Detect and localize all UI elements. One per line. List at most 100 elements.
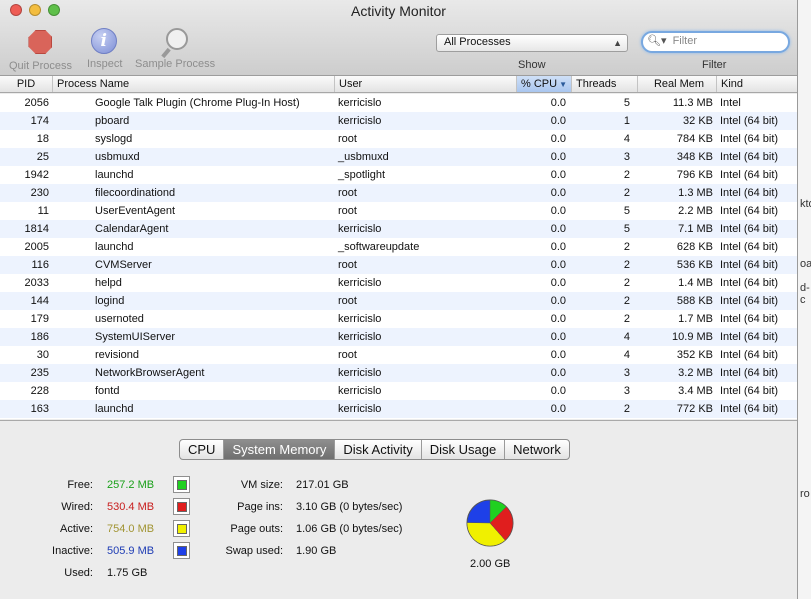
- cell-name: CVMServer: [95, 259, 152, 271]
- table-row[interactable]: 30 revisiond root 0.0 4 352 KB Intel (64 bit): [0, 346, 797, 364]
- background-text-fragment: ro: [800, 488, 810, 500]
- cell-cpu: 0.0: [550, 367, 566, 379]
- column-kind[interactable]: Kind: [717, 76, 797, 92]
- table-row[interactable]: 116 CVMServer root 0.0 2 536 KB Intel (64 bit): [0, 256, 797, 274]
- background-text-fragment: d-c: [800, 282, 810, 306]
- cell-mem: 784 KB: [676, 133, 713, 145]
- column-user[interactable]: User: [335, 76, 517, 92]
- cell-pid: 2033: [24, 277, 49, 289]
- cell-user: kerricislo: [338, 403, 382, 415]
- cell-name: NetworkBrowserAgent: [95, 367, 205, 379]
- cell-mem: 3.2 MB: [678, 367, 713, 379]
- active-color-swatch[interactable]: [173, 520, 190, 537]
- inactive-label: Inactive:: [52, 545, 93, 557]
- table-row[interactable]: 230 filecoordinationd root 0.0 2 1.3 MB Intel …: [0, 184, 797, 202]
- tab-disk-usage[interactable]: Disk Usage: [422, 440, 506, 459]
- table-row[interactable]: 25 usbmuxd _usbmuxd 0.0 3 348 KB Intel (64 bit…: [0, 148, 797, 166]
- cell-cpu: 0.0: [550, 385, 566, 397]
- tab-disk-activity[interactable]: Disk Activity: [335, 440, 422, 459]
- cell-user: root: [338, 349, 357, 361]
- total-memory-value: 2.00 GB: [470, 558, 511, 570]
- cell-cpu: 0.0: [550, 259, 566, 271]
- show-processes-select[interactable]: All Processes ▲: [436, 34, 628, 52]
- cell-mem: 32 KB: [683, 115, 713, 127]
- page-outs-value: 1.06 GB (0 bytes/sec): [296, 523, 403, 535]
- quit-process-button[interactable]: Quit Process: [9, 28, 72, 72]
- column-real-mem[interactable]: Real Mem: [638, 76, 717, 92]
- table-row[interactable]: 235 NetworkBrowserAgent kerricislo 0.0 3 3.2 …: [0, 364, 797, 382]
- cell-kind: Intel (64 bit): [720, 187, 779, 199]
- cell-pid: 11: [37, 205, 49, 217]
- cell-pid: 235: [30, 367, 49, 379]
- cell-name: CalendarAgent: [95, 223, 169, 235]
- free-color-swatch[interactable]: [173, 476, 190, 493]
- cell-name: syslogd: [95, 133, 133, 145]
- free-label: Free:: [67, 479, 93, 491]
- cell-threads: 1: [623, 115, 630, 127]
- tab-system-memory[interactable]: System Memory: [224, 440, 336, 459]
- tab-network[interactable]: Network: [505, 440, 569, 459]
- table-row[interactable]: 2056 Google Talk Plugin (Chrome Plug-In H…: [0, 94, 797, 112]
- table-row[interactable]: 18 syslogd root 0.0 4 784 KB Intel (64 bit): [0, 130, 797, 148]
- toolbar: Activity Monitor Quit Process i Inspect …: [0, 0, 797, 76]
- column-threads[interactable]: Threads: [572, 76, 638, 92]
- filter-search-field[interactable]: 🔍︎▾ Filter: [641, 31, 790, 53]
- table-row[interactable]: 1942 launchd _spotlight 0.0 2 796 KB Intel (64…: [0, 166, 797, 184]
- cell-user: kerricislo: [338, 367, 382, 379]
- background-text-fragment: kto: [800, 198, 811, 210]
- updown-arrows-icon: ▲: [613, 38, 622, 48]
- tab-cpu[interactable]: CPU: [180, 440, 225, 459]
- inspect-button[interactable]: i Inspect: [87, 28, 122, 70]
- cell-threads: 2: [623, 169, 630, 181]
- cell-cpu: 0.0: [550, 241, 566, 253]
- cell-user: root: [338, 259, 357, 271]
- table-row[interactable]: 11 UserEventAgent root 0.0 5 2.2 MB Intel (64 …: [0, 202, 797, 220]
- cell-name: helpd: [95, 277, 122, 289]
- cell-cpu: 0.0: [550, 133, 566, 145]
- cell-pid: 25: [36, 151, 49, 163]
- table-row[interactable]: 174 pboard kerricislo 0.0 1 32 KB Intel (64 bi…: [0, 112, 797, 130]
- cell-threads: 4: [623, 133, 630, 145]
- cell-mem: 588 KB: [676, 295, 713, 307]
- wired-value: 530.4 MB: [107, 501, 155, 513]
- column-pid[interactable]: PID: [0, 76, 53, 92]
- table-row[interactable]: 163 launchd kerricislo 0.0 2 772 KB Intel (64 …: [0, 400, 797, 418]
- column-cpu[interactable]: % CPU ▼: [517, 76, 572, 92]
- used-label: Used:: [64, 567, 93, 579]
- cell-name: SystemUIServer: [95, 331, 176, 343]
- table-row[interactable]: 1814 CalendarAgent kerricislo 0.0 5 7.1 MB Int…: [0, 220, 797, 238]
- table-row[interactable]: 2033 helpd kerricislo 0.0 2 1.4 MB Intel (64 b…: [0, 274, 797, 292]
- cell-name: revisiond: [95, 349, 140, 361]
- divider: [0, 420, 797, 421]
- table-row[interactable]: 2005 launchd _softwareupdate 0.0 2 628 KB Inte…: [0, 238, 797, 256]
- cell-user: kerricislo: [338, 331, 382, 343]
- cell-user: root: [338, 295, 357, 307]
- cell-mem: 772 KB: [676, 403, 713, 415]
- cell-pid: 2056: [24, 97, 49, 109]
- cell-mem: 628 KB: [676, 241, 713, 253]
- tab-bar: CPU System Memory Disk Activity Disk Usage N…: [179, 439, 570, 460]
- stop-sign-icon: [28, 30, 53, 54]
- table-row[interactable]: 179 usernoted kerricislo 0.0 2 1.7 MB Intel (6…: [0, 310, 797, 328]
- table-row[interactable]: 144 logind root 0.0 2 588 KB Intel (64 bit): [0, 292, 797, 310]
- table-row[interactable]: 228 fontd kerricislo 0.0 3 3.4 MB Intel (64 bi…: [0, 382, 797, 400]
- cell-name: fontd: [95, 385, 120, 397]
- cell-mem: 1.3 MB: [678, 187, 713, 199]
- cell-user: _usbmuxd: [338, 151, 389, 163]
- cell-kind: Intel: [720, 97, 741, 109]
- memory-pie-chart: [466, 499, 514, 547]
- cell-mem: 352 KB: [676, 349, 713, 361]
- cell-cpu: 0.0: [550, 277, 566, 289]
- inactive-color-swatch[interactable]: [173, 542, 190, 559]
- column-process-name[interactable]: Process Name: [53, 76, 335, 92]
- free-value: 257.2 MB: [107, 479, 155, 491]
- sample-process-button[interactable]: Sample Process: [135, 28, 215, 70]
- table-row[interactable]: 186 SystemUIServer kerricislo 0.0 4 10.9 MB In…: [0, 328, 797, 346]
- vm-size-value: 217.01 GB: [296, 479, 349, 491]
- cell-kind: Intel (64 bit): [720, 223, 779, 235]
- cell-kind: Intel (64 bit): [720, 385, 779, 397]
- cell-threads: 2: [623, 277, 630, 289]
- wired-color-swatch[interactable]: [173, 498, 190, 515]
- cell-name: launchd: [95, 241, 134, 253]
- cell-kind: Intel (64 bit): [720, 313, 779, 325]
